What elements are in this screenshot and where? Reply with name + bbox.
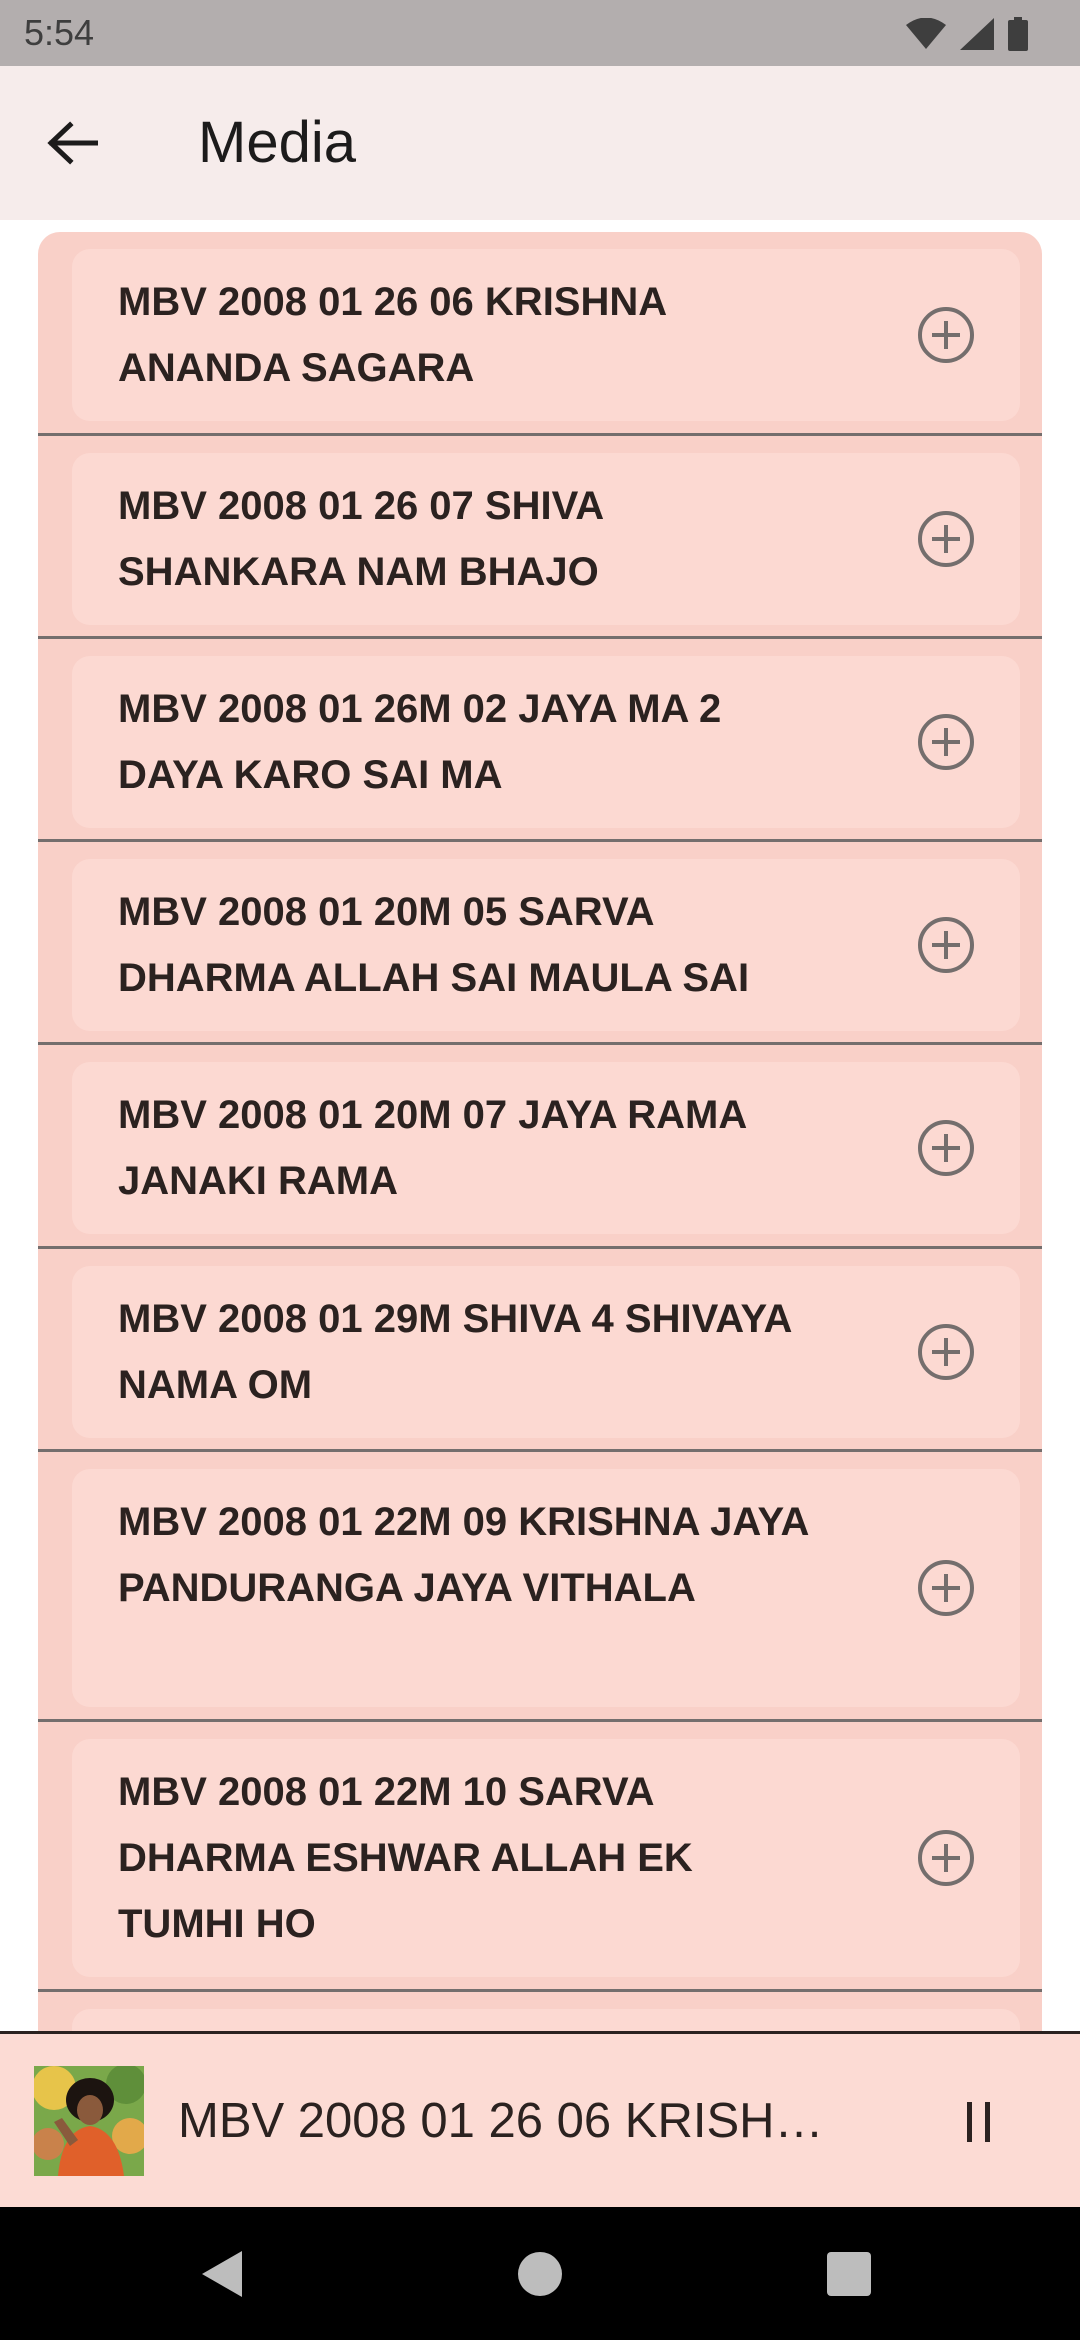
signal-icon <box>960 18 994 50</box>
media-card[interactable]: MBV 2008 01 20M 07 JAYA RAMA JANAKI RAMA <box>72 1062 1020 1234</box>
add-circle-icon[interactable] <box>916 1558 976 1618</box>
list-item[interactable]: MBV 2008 01 22M 09 KRISHNA JAYA PANDURAN… <box>38 1452 1042 1722</box>
media-title: MBV 2008 01 26 06 KRISHNA ANANDA SAGARA <box>118 280 666 390</box>
list-item[interactable]: MBV 2008 01 26 06 KRISHNA ANANDA SAGARA <box>38 232 1042 436</box>
status-icons <box>906 16 1028 52</box>
media-list[interactable]: MBV 2008 01 26 06 KRISHNA ANANDA SAGARA … <box>38 232 1042 2032</box>
media-card[interactable]: MBV 2008 01 22M 10 SARVA DHARMA ESHWAR A… <box>72 1739 1020 1977</box>
media-title: MBV 2008 01 20M 07 JAYA RAMA JANAKI RAMA <box>118 1093 746 1203</box>
arrow-left-icon <box>47 121 98 165</box>
media-title: MBV 2008 01 22M 09 KRISHNA JAYA PANDURAN… <box>118 1500 808 1610</box>
media-card[interactable]: MBV 2008 01 20M 05 SARVA DHARMA ALLAH SA… <box>72 859 1020 1031</box>
media-card[interactable]: MBV 2008 01 22M 09 KRISHNA JAYA PANDURAN… <box>72 1469 1020 1707</box>
battery-icon <box>1008 17 1028 51</box>
system-nav-bar <box>0 2207 1080 2340</box>
add-circle-icon[interactable] <box>916 1322 976 1382</box>
media-card[interactable]: MBV 2008 01 26 07 SHIVA SHANKARA NAM BHA… <box>72 453 1020 625</box>
wifi-icon <box>906 18 946 49</box>
back-button[interactable] <box>36 107 108 179</box>
add-circle-icon[interactable] <box>916 915 976 975</box>
album-art-image <box>34 2066 144 2176</box>
media-card[interactable]: MBV 2008 01 26M 02 JAYA MA 2 DAYA KARO S… <box>72 656 1020 828</box>
add-circle-icon[interactable] <box>916 509 976 569</box>
back-triangle-icon[interactable] <box>192 2241 258 2307</box>
media-card[interactable] <box>72 2009 1020 2032</box>
list-item[interactable]: MBV 2008 01 22M 10 SARVA DHARMA ESHWAR A… <box>38 1722 1042 1992</box>
list-item[interactable]: MBV 2008 01 26M 02 JAYA MA 2 DAYA KARO S… <box>38 639 1042 842</box>
home-circle-icon[interactable] <box>507 2241 573 2307</box>
status-bar: 5:54 <box>0 0 1080 66</box>
add-circle-icon[interactable] <box>916 712 976 772</box>
pause-icon[interactable] <box>950 2092 1010 2152</box>
media-title: MBV 2008 01 20M 05 SARVA DHARMA ALLAH SA… <box>118 890 750 1000</box>
media-card[interactable]: MBV 2008 01 29M SHIVA 4 SHIVAYA NAMA OM <box>72 1266 1020 1438</box>
mini-player[interactable]: MBV 2008 01 26 06 KRISHNA ANANDA SAGARA <box>0 2031 1080 2207</box>
media-title: MBV 2008 01 26 07 SHIVA SHANKARA NAM BHA… <box>118 484 603 594</box>
recents-square-icon[interactable] <box>816 2241 882 2307</box>
list-item[interactable]: MBV 2008 01 29M SHIVA 4 SHIVAYA NAMA OM <box>38 1249 1042 1452</box>
add-circle-icon[interactable] <box>916 305 976 365</box>
now-playing-title[interactable]: MBV 2008 01 26 06 KRISHNA ANANDA SAGARA <box>178 2091 858 2151</box>
add-circle-icon[interactable] <box>916 1828 976 1888</box>
media-title: MBV 2008 01 26M 02 JAYA MA 2 DAYA KARO S… <box>118 687 722 797</box>
list-item[interactable]: MBV 2008 01 26 07 SHIVA SHANKARA NAM BHA… <box>38 436 1042 639</box>
list-item[interactable]: MBV 2008 01 20M 07 JAYA RAMA JANAKI RAMA <box>38 1045 1042 1249</box>
add-circle-icon[interactable] <box>916 1118 976 1178</box>
album-art[interactable] <box>34 2066 144 2176</box>
page-title: Media <box>198 110 356 175</box>
media-title: MBV 2008 01 29M SHIVA 4 SHIVAYA NAMA OM <box>118 1297 791 1407</box>
list-item[interactable] <box>38 1992 1042 2032</box>
media-card[interactable]: MBV 2008 01 26 06 KRISHNA ANANDA SAGARA <box>72 249 1020 421</box>
status-time: 5:54 <box>24 12 95 53</box>
list-item[interactable]: MBV 2008 01 20M 05 SARVA DHARMA ALLAH SA… <box>38 842 1042 1045</box>
media-title: MBV 2008 01 22M 10 SARVA DHARMA ESHWAR A… <box>118 1770 693 1946</box>
app-bar: Media <box>0 66 1080 220</box>
